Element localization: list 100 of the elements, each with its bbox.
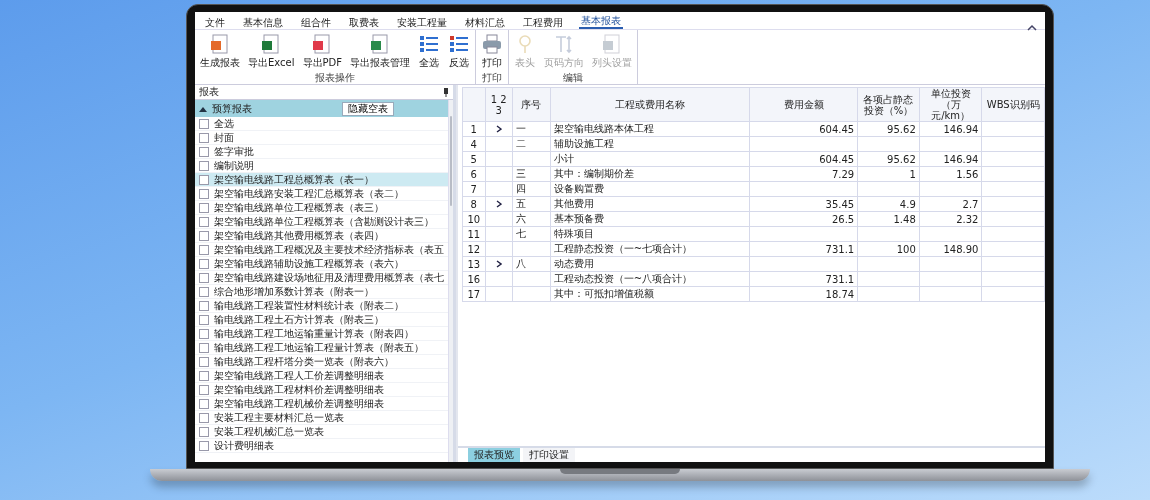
report-name: 架空输电线路工程材料价差调整明细表 [214,382,384,397]
table-cell: 731.1 [749,271,858,287]
checkbox[interactable] [199,132,209,143]
report-item[interactable]: 架空输电线路单位工程概算表（表三） [195,201,448,215]
report-item[interactable]: 签字审批 [195,145,448,159]
report-item[interactable]: 输电线路工程工地运输重量计算表（附表四） [195,327,448,341]
report-item[interactable]: 输电线路工程工地运输工程量计算表（附表五） [195,341,448,355]
menu-tab[interactable]: 文件 [203,16,227,29]
table-cell: 六 [512,211,551,227]
chevron-up-icon[interactable] [1027,24,1037,32]
checkbox[interactable] [199,188,209,199]
checkbox[interactable] [199,370,209,381]
panel-title: 报表 [199,85,219,99]
checkbox[interactable] [199,440,209,451]
ribbon-button[interactable]: 全选 [416,32,442,72]
checkbox[interactable] [199,230,209,241]
checkbox[interactable] [199,342,209,353]
row-number: 16 [462,271,486,287]
checkbox[interactable] [199,146,209,157]
report-item[interactable]: 输电线路工程装置性材料统计表（附表二） [195,299,448,313]
ribbon-button[interactable]: 反选 [446,32,472,72]
document-icon [209,33,231,55]
checkbox[interactable] [199,300,209,311]
table-cell: 其中：可抵扣增值税额 [550,286,750,302]
report-item[interactable]: 架空输电线路工程材料价差调整明细表 [195,383,448,397]
checkbox[interactable] [199,412,209,423]
table-cell [857,286,920,302]
checkbox[interactable] [199,244,209,255]
report-item[interactable]: 架空输电线路工程人工价差调整明细表 [195,369,448,383]
report-item[interactable]: 架空输电线路其他费用概算表（表四） [195,229,448,243]
caret-icon[interactable] [199,105,207,112]
checkbox[interactable] [199,272,209,283]
checkbox[interactable] [199,202,209,213]
checkbox[interactable] [199,328,209,339]
menu-tab[interactable]: 安装工程量 [395,16,449,29]
chevron-right-icon[interactable] [495,124,502,133]
chevron-right-icon[interactable] [495,199,502,208]
report-name: 架空输电线路辅助设施工程概算表（表六） [214,256,404,271]
report-item[interactable]: 输电线路工程杆塔分类一览表（附表六） [195,355,448,369]
menu-tab[interactable]: 材料汇总 [463,16,507,29]
report-item[interactable]: 架空输电线路单位工程概算表（含勘测设计表三） [195,215,448,229]
table-cell: 辅助设施工程 [550,136,750,152]
checkbox[interactable] [199,216,209,227]
ribbon-button[interactable]: 打印 [479,32,505,72]
report-item[interactable]: 设计费明细表 [195,439,448,453]
select-all-label[interactable]: 全选 [214,116,234,131]
table-cell: 18.74 [749,286,858,302]
ribbon-button[interactable]: 导出报表管理 [348,32,412,72]
checkbox[interactable] [199,426,209,437]
row-number: 7 [462,181,486,197]
menu-tab[interactable]: 基本信息 [241,16,285,29]
column-header: 工程或费用名称 [550,87,750,122]
report-name: 输电线路工程装置性材料统计表（附表二） [214,298,404,313]
table-cell: 604.45 [749,151,858,167]
report-group-header[interactable]: 预算报表 隐藏空表 [195,100,448,117]
chevron-right-icon[interactable] [495,259,502,268]
table-cell: 7.29 [749,166,858,182]
sheet-tab[interactable]: 打印设置 [523,448,575,462]
checkbox[interactable] [199,118,209,129]
checkbox[interactable] [199,384,209,395]
report-name: 输电线路工程杆塔分类一览表（附表六） [214,354,394,369]
report-item[interactable]: 综合地形增加系数计算表（附表一） [195,285,448,299]
table-cell: 146.94 [919,121,982,137]
menu-tab[interactable]: 工程费用 [521,16,565,29]
ribbon-button[interactable]: 导出Excel [246,32,297,72]
ribbon-button[interactable]: 导出PDF [300,32,344,72]
hide-empty-button[interactable]: 隐藏空表 [342,101,394,116]
ribbon-button[interactable]: 生成报表 [198,32,242,72]
checkbox[interactable] [199,160,209,171]
report-item[interactable]: 架空输电线路辅助设施工程概算表（表六） [195,257,448,271]
row-number: 5 [462,151,486,167]
pin-icon[interactable] [443,87,449,97]
table-cell: 26.5 [749,211,858,227]
group-label: 编辑 [563,72,583,84]
report-item[interactable]: 架空输电线路工程机械价差调整明细表 [195,397,448,411]
table-cell: 基本预备费 [550,211,750,227]
checkbox[interactable] [199,398,209,409]
table-cell: 工程静态投资（一~七项合计） [550,241,750,257]
report-item[interactable]: 架空输电线路工程总概算表（表一） [195,173,448,187]
menu-tab[interactable]: 组合件 [299,16,333,29]
column-header: 单位投资（万元/km） [919,87,982,122]
column-header: 序号 [512,87,551,122]
report-item[interactable]: 输电线路工程土石方计算表（附表三） [195,313,448,327]
report-name: 架空输电线路工程人工价差调整明细表 [214,368,384,383]
report-item[interactable]: 封面 [195,131,448,145]
menu-tab[interactable]: 取费表 [347,16,381,29]
checkbox[interactable] [199,314,209,325]
checkbox[interactable] [199,286,209,297]
report-item[interactable]: 安装工程机械汇总一览表 [195,425,448,439]
column-header: 各项占静态投资（%） [857,87,920,122]
menu-tab[interactable]: 基本报表 [579,14,623,29]
report-item[interactable]: 安装工程主要材料汇总一览表 [195,411,448,425]
checkbox[interactable] [199,174,209,185]
table-cell: 1.56 [919,166,982,182]
scrollbar[interactable] [448,100,453,462]
checkbox[interactable] [199,258,209,269]
table-cell [857,226,920,242]
report-item[interactable]: 架空输电线路安装工程汇总概算表（表二） [195,187,448,201]
sheet-tab[interactable]: 报表预览 [468,448,520,462]
checkbox[interactable] [199,356,209,367]
